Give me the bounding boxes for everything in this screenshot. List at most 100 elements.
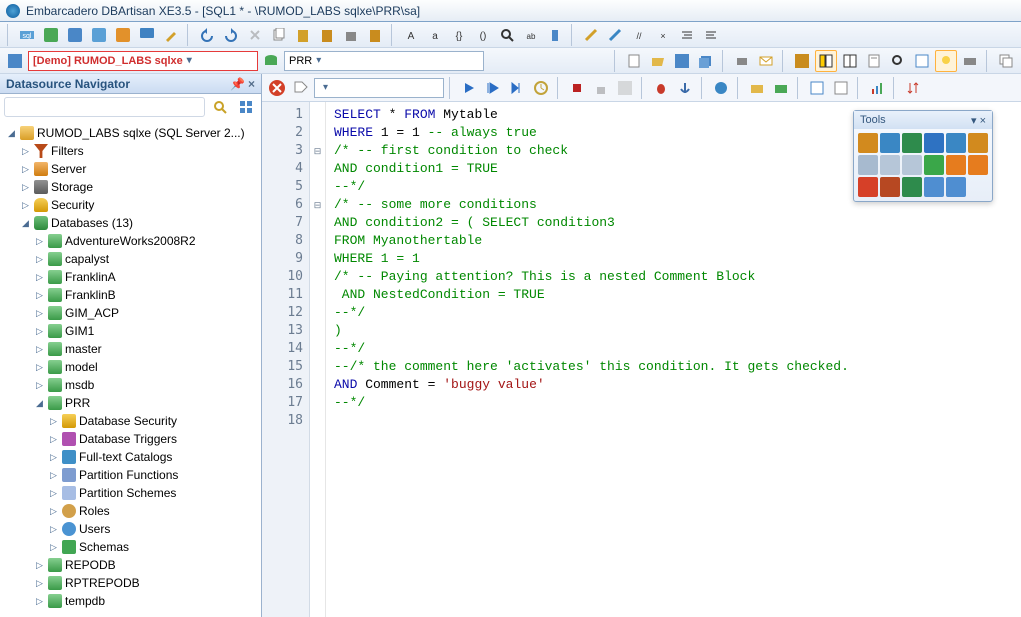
navigator-search-input[interactable] bbox=[4, 97, 205, 117]
sql-icon[interactable]: sql bbox=[16, 24, 38, 46]
expand-icon[interactable]: ▷ bbox=[48, 416, 59, 427]
wrench-icon[interactable] bbox=[160, 24, 182, 46]
tools-popup[interactable]: Tools ▾ × bbox=[853, 110, 993, 202]
expand-icon[interactable]: ▷ bbox=[48, 452, 59, 463]
error-circle-icon[interactable] bbox=[266, 77, 288, 99]
tree-prr-roles[interactable]: ▷Roles bbox=[48, 502, 261, 520]
globe-icon[interactable] bbox=[924, 133, 944, 153]
tree-databases[interactable]: ◢Databases (13) bbox=[20, 214, 261, 232]
case-lower-icon[interactable]: a bbox=[424, 24, 446, 46]
expand-icon[interactable]: ▷ bbox=[34, 344, 45, 355]
view-split-icon[interactable] bbox=[839, 50, 861, 72]
saveall-icon[interactable] bbox=[695, 50, 717, 72]
expand-icon[interactable]: ▷ bbox=[34, 236, 45, 247]
refresh-icon[interactable] bbox=[902, 177, 922, 197]
tools-icon[interactable] bbox=[880, 177, 900, 197]
expand-icon[interactable]: ▷ bbox=[34, 308, 45, 319]
hammer-icon[interactable] bbox=[858, 133, 878, 153]
find-icon[interactable] bbox=[496, 24, 518, 46]
orange2-icon[interactable] bbox=[968, 155, 988, 175]
brace-select-icon[interactable]: () bbox=[472, 24, 494, 46]
pin-icon[interactable]: 📌 bbox=[230, 77, 245, 91]
tree-db-RPTREPODB[interactable]: ▷RPTREPODB bbox=[34, 574, 261, 592]
close-icon[interactable]: × bbox=[248, 77, 255, 91]
db-link-icon[interactable] bbox=[88, 24, 110, 46]
new-doc-icon[interactable] bbox=[623, 50, 645, 72]
tree-db-msdb[interactable]: ▷msdb bbox=[34, 376, 261, 394]
bug-icon[interactable] bbox=[650, 77, 672, 99]
expand-icon[interactable]: ▷ bbox=[34, 326, 45, 337]
cut-icon[interactable] bbox=[244, 24, 266, 46]
brace-match-icon[interactable]: {} bbox=[448, 24, 470, 46]
datasource-select[interactable]: [Demo] RUMOD_LABS sqlxe ▾ bbox=[28, 51, 258, 71]
db-green-icon[interactable] bbox=[40, 24, 62, 46]
window2-icon[interactable] bbox=[946, 177, 966, 197]
lock-server-icon[interactable] bbox=[902, 133, 922, 153]
indent-icon[interactable] bbox=[676, 24, 698, 46]
folder2-icon[interactable] bbox=[770, 77, 792, 99]
expand-icon[interactable]: ▷ bbox=[20, 200, 31, 211]
tree-db-tempdb[interactable]: ▷tempdb bbox=[34, 592, 261, 610]
tree-prr-psch[interactable]: ▷Partition Schemes bbox=[48, 484, 261, 502]
tools-popup-header[interactable]: Tools ▾ × bbox=[854, 111, 992, 129]
comment-icon[interactable]: // bbox=[628, 24, 650, 46]
tree-db-GIM1[interactable]: ▷GIM1 bbox=[34, 322, 261, 340]
tree-db-GIM_ACP[interactable]: ▷GIM_ACP bbox=[34, 304, 261, 322]
tree-db-AdventureWorks2008R2[interactable]: ▷AdventureWorks2008R2 bbox=[34, 232, 261, 250]
expand-icon[interactable]: ▷ bbox=[34, 362, 45, 373]
expand-icon[interactable]: ▷ bbox=[34, 254, 45, 265]
expand-icon[interactable]: ▷ bbox=[34, 596, 45, 607]
open-icon[interactable] bbox=[647, 50, 669, 72]
paste-icon[interactable] bbox=[292, 24, 314, 46]
db-blue-icon[interactable] bbox=[64, 24, 86, 46]
uncomment-icon[interactable]: × bbox=[652, 24, 674, 46]
record-icon[interactable] bbox=[858, 177, 878, 197]
db-icon[interactable] bbox=[260, 50, 282, 72]
grid-view-icon[interactable] bbox=[235, 96, 257, 118]
commit-icon[interactable] bbox=[614, 77, 636, 99]
tree-prr-pfun[interactable]: ▷Partition Functions bbox=[48, 466, 261, 484]
tree-prr-trig[interactable]: ▷Database Triggers bbox=[48, 430, 261, 448]
tree-security[interactable]: ▷Security bbox=[20, 196, 261, 214]
clipboard-icon[interactable] bbox=[316, 24, 338, 46]
view-doc-icon[interactable] bbox=[863, 50, 885, 72]
delete-icon[interactable] bbox=[340, 24, 362, 46]
clock-icon[interactable] bbox=[530, 77, 552, 99]
cascade-icon[interactable] bbox=[995, 50, 1017, 72]
lock-icon[interactable] bbox=[590, 77, 612, 99]
view-find-icon[interactable] bbox=[887, 50, 909, 72]
clipboard-icon[interactable] bbox=[880, 155, 900, 175]
step-into-icon[interactable] bbox=[506, 77, 528, 99]
view-lightbulb-icon[interactable] bbox=[935, 50, 957, 72]
cancel-icon[interactable] bbox=[566, 77, 588, 99]
tree-prr-dbsec[interactable]: ▷Database Security bbox=[48, 412, 261, 430]
tree-root[interactable]: ◢RUMOD_LABS sqlxe (SQL Server 2...) bbox=[6, 124, 261, 142]
close-icon[interactable]: × bbox=[980, 115, 986, 127]
tree-db-FranklinA[interactable]: ▷FranklinA bbox=[34, 268, 261, 286]
view-panel-icon[interactable] bbox=[815, 50, 837, 72]
tree-db-PRR[interactable]: ◢PRR bbox=[34, 394, 261, 412]
grid-icon[interactable] bbox=[902, 155, 922, 175]
chart-icon[interactable] bbox=[866, 77, 888, 99]
tool2-icon[interactable] bbox=[604, 24, 626, 46]
globe-icon[interactable] bbox=[710, 77, 732, 99]
step-over-icon[interactable] bbox=[482, 77, 504, 99]
chevron-down-icon[interactable]: ▾ bbox=[971, 115, 977, 127]
case-upper-icon[interactable]: A bbox=[400, 24, 422, 46]
expand-icon[interactable]: ▷ bbox=[34, 578, 45, 589]
expand-icon[interactable]: ▷ bbox=[48, 524, 59, 535]
tree-db-master[interactable]: ▷master bbox=[34, 340, 261, 358]
window-icon[interactable] bbox=[924, 177, 944, 197]
collapse-icon[interactable]: ◢ bbox=[20, 218, 31, 229]
expand-icon[interactable]: ▷ bbox=[34, 290, 45, 301]
expand-icon[interactable]: ▷ bbox=[48, 542, 59, 553]
save-icon[interactable] bbox=[671, 50, 693, 72]
tree-db-capalyst[interactable]: ▷capalyst bbox=[34, 250, 261, 268]
execute-icon[interactable] bbox=[458, 77, 480, 99]
expand-icon[interactable]: ▷ bbox=[48, 470, 59, 481]
collapse-icon[interactable]: ◢ bbox=[6, 128, 17, 139]
tool1-icon[interactable] bbox=[580, 24, 602, 46]
view1-icon[interactable] bbox=[791, 50, 813, 72]
print-icon[interactable] bbox=[731, 50, 753, 72]
expand-icon[interactable]: ▷ bbox=[48, 434, 59, 445]
